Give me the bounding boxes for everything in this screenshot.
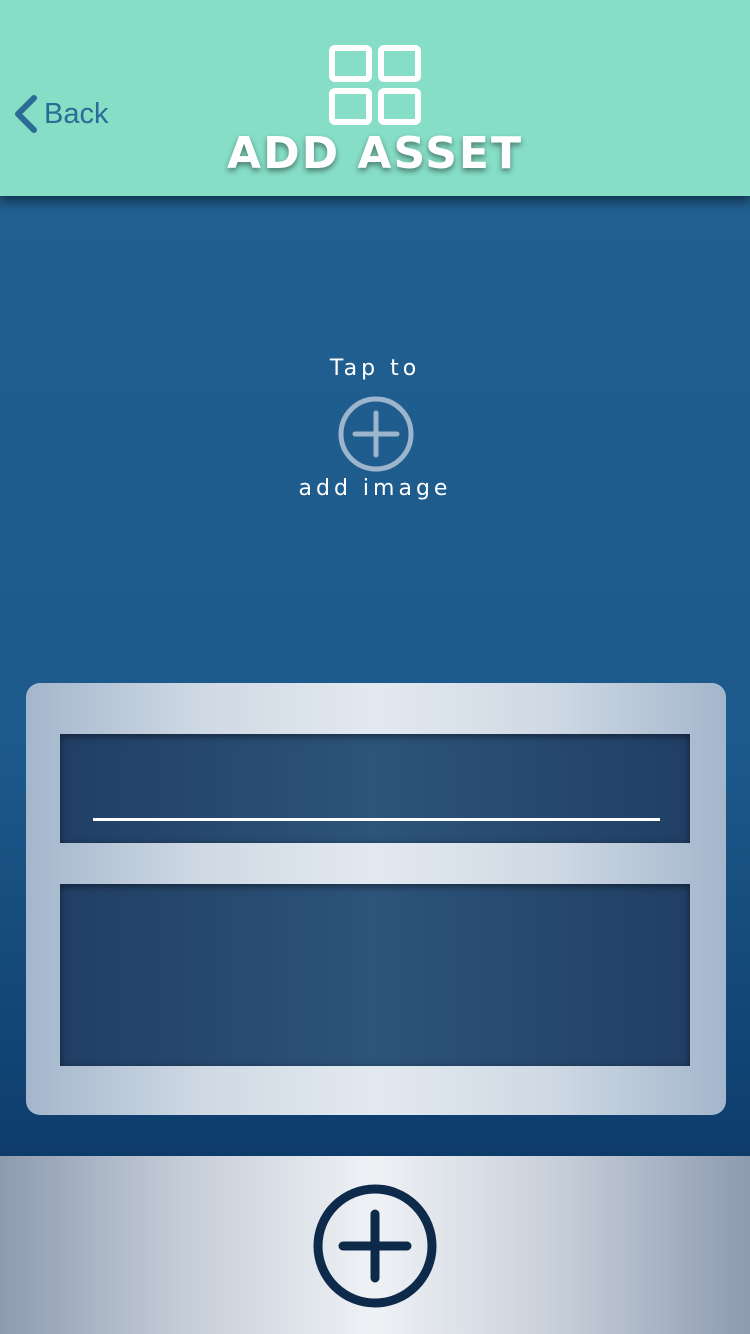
page-title: ADD ASSET: [227, 128, 523, 179]
footer-bar: [0, 1156, 750, 1334]
asset-description-input[interactable]: [93, 900, 664, 1054]
asset-description-field[interactable]: [60, 884, 690, 1066]
asset-form-card: [26, 683, 726, 1115]
plus-circle-icon: [338, 396, 414, 472]
add-image-label-top: Tap to: [329, 356, 421, 381]
grid-icon: [329, 45, 421, 125]
header-bar: Back ADD ASSET: [0, 0, 750, 196]
input-underline: [93, 818, 660, 821]
back-label: Back: [44, 97, 109, 130]
add-image-button[interactable]: Tap to add image: [250, 356, 500, 516]
add-asset-button[interactable]: [311, 1184, 439, 1308]
add-image-label-bottom: add image: [298, 476, 452, 501]
asset-name-input[interactable]: [93, 754, 664, 812]
asset-name-field[interactable]: [60, 734, 690, 843]
